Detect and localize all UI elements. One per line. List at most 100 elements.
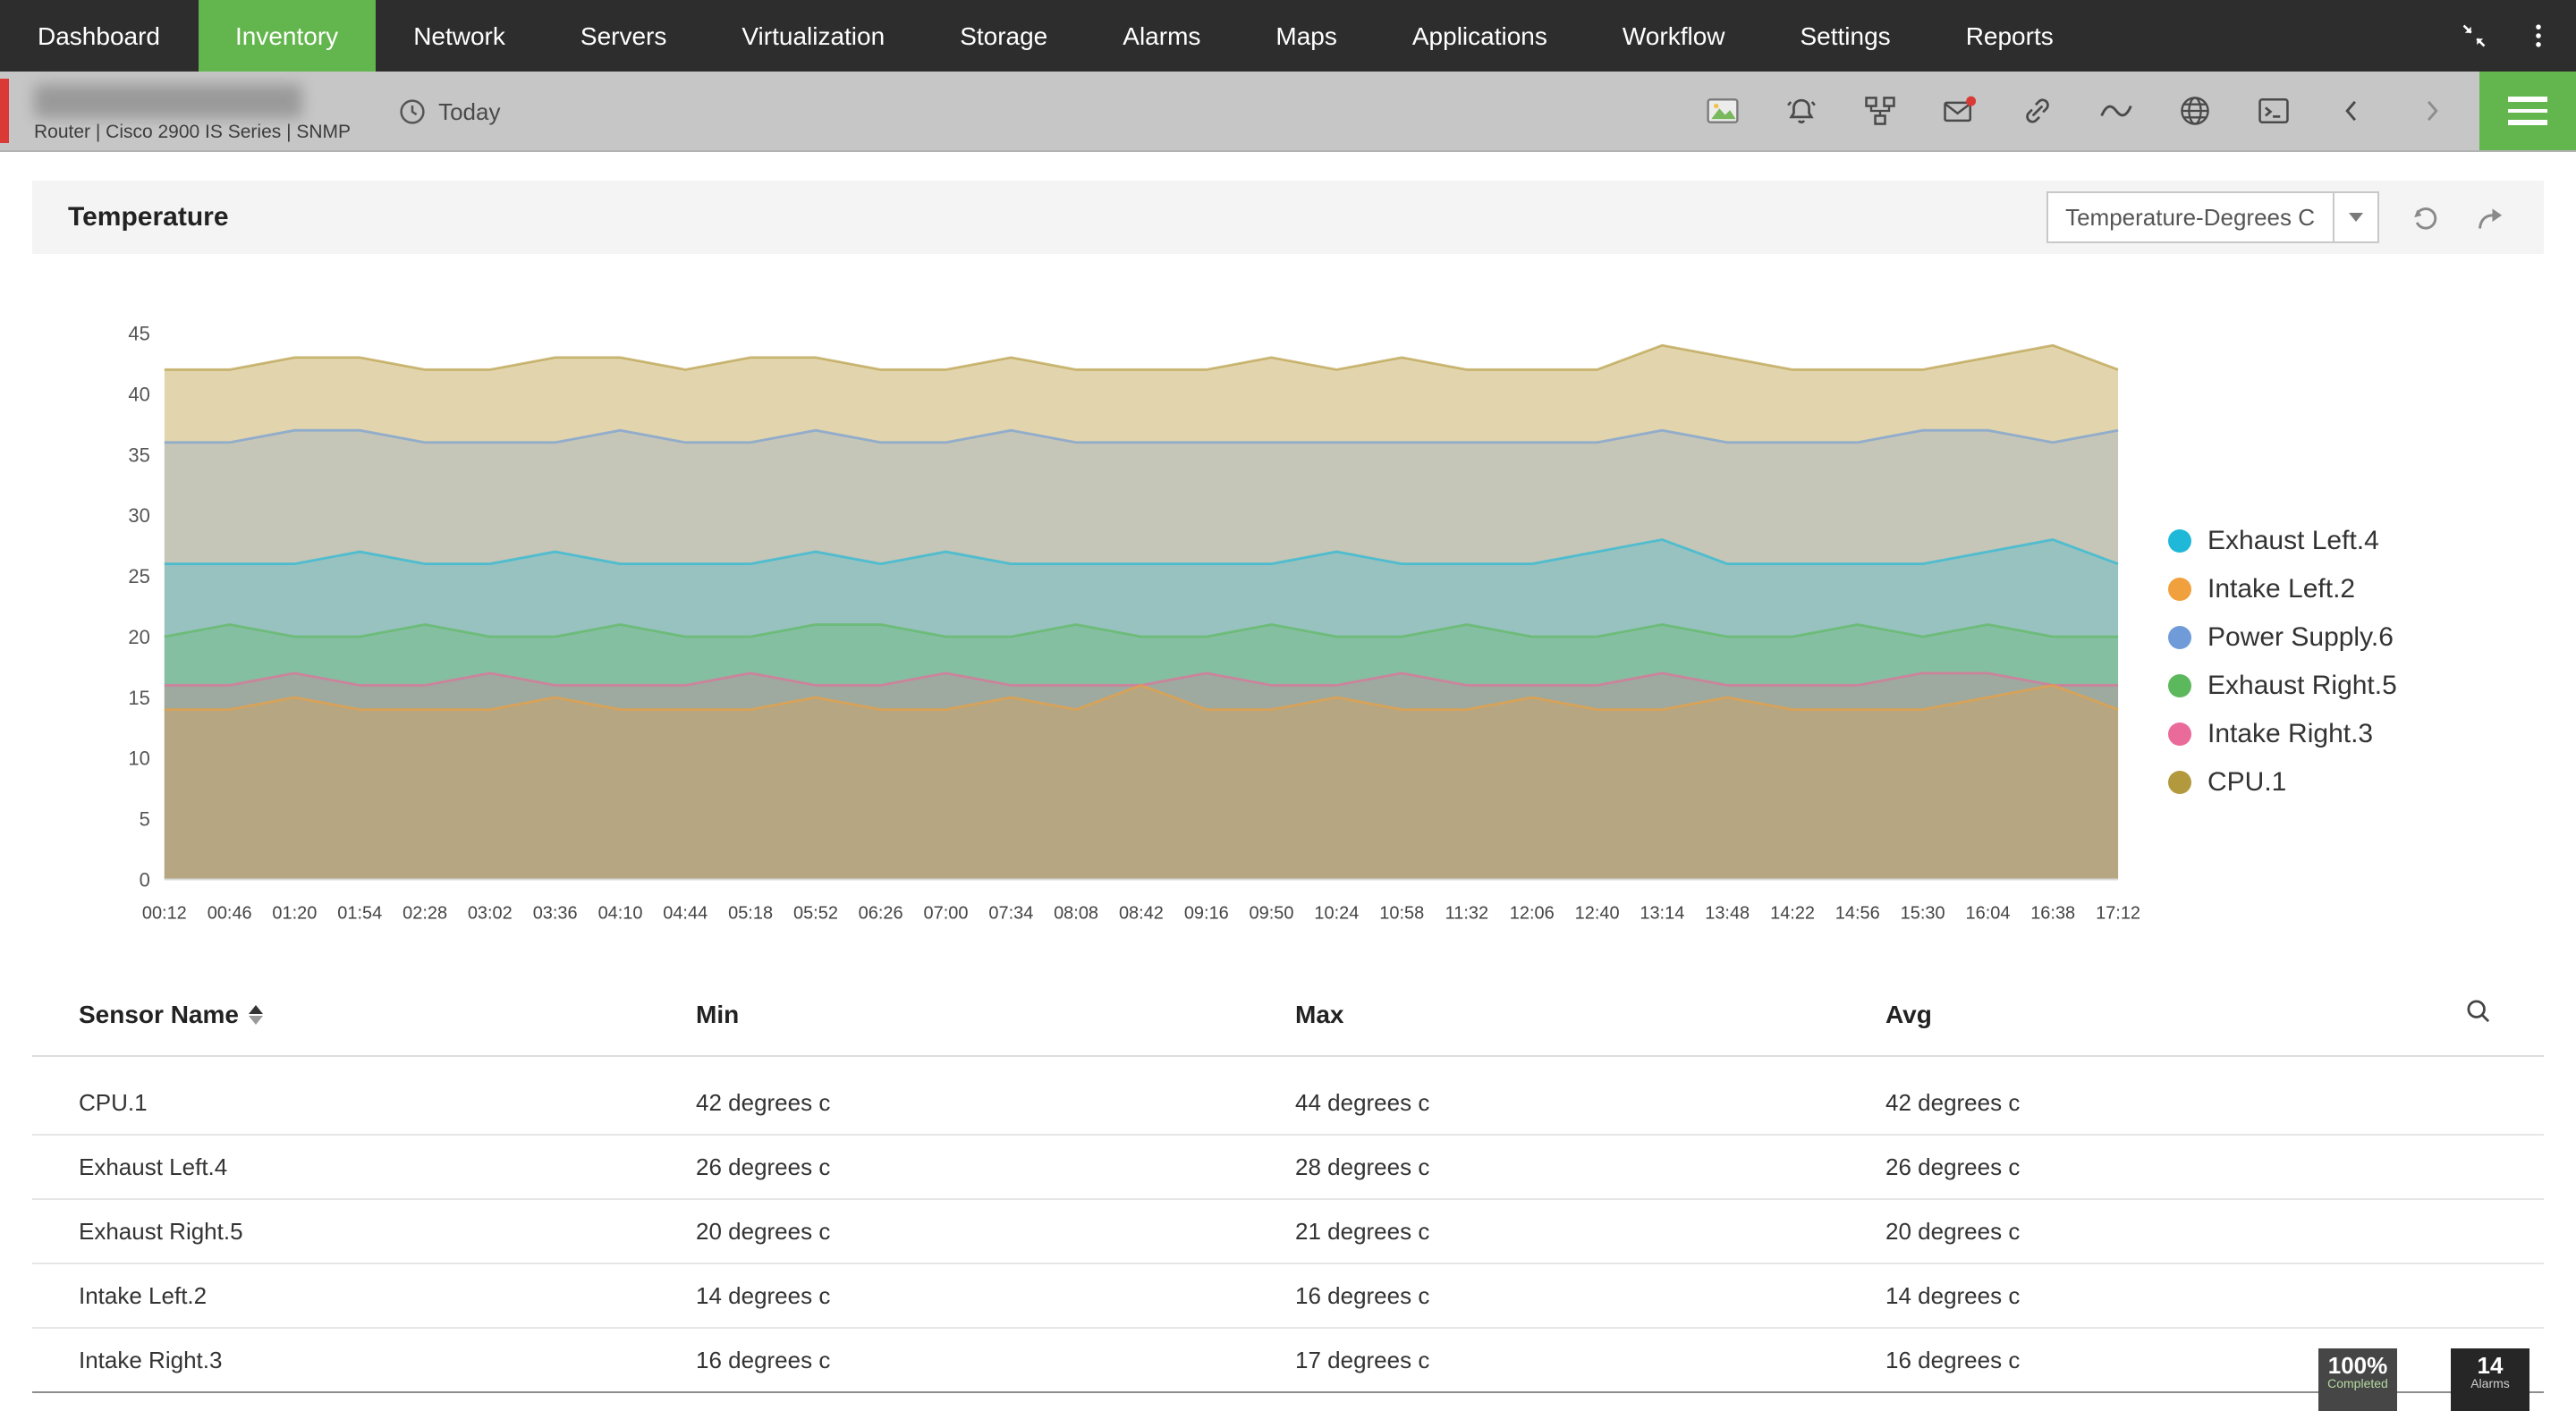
- table-header: Sensor Name Min Max Avg: [32, 973, 2544, 1057]
- svg-text:15:30: 15:30: [1901, 903, 1945, 923]
- column-label: Max: [1295, 1000, 1344, 1028]
- globe-icon[interactable]: [2175, 91, 2215, 131]
- cell-avg: 14 degrees c: [1885, 1282, 2021, 1309]
- device-info: Router | Cisco 2900 IS Series | SNMP: [34, 121, 352, 142]
- table-row[interactable]: Exhaust Left.4 26 degrees c 28 degrees c 26…: [32, 1136, 2544, 1200]
- legend-dot: [2168, 529, 2191, 553]
- legend-dot: [2168, 722, 2191, 746]
- legend-dot: [2168, 674, 2191, 697]
- legend-item-intake-right-3[interactable]: Intake Right.3: [2168, 719, 2544, 749]
- alarms-count-badge[interactable]: 14 Alarms: [2451, 1348, 2529, 1411]
- column-header-sensor-name[interactable]: Sensor Name: [79, 1000, 696, 1028]
- table-body: CPU.1 42 degrees c 44 degrees c 42 degrees …: [32, 1071, 2544, 1393]
- column-header-max[interactable]: Max: [1295, 1000, 1885, 1028]
- nav-item-virtualization[interactable]: Virtualization: [704, 0, 922, 72]
- svg-text:10:58: 10:58: [1379, 903, 1424, 923]
- svg-text:20: 20: [128, 626, 149, 648]
- chevron-left-icon[interactable]: [2333, 91, 2372, 131]
- nav-item-maps[interactable]: Maps: [1238, 0, 1374, 72]
- svg-text:09:16: 09:16: [1184, 903, 1229, 923]
- table-row[interactable]: Intake Right.3 16 degrees c 17 degrees c 16…: [32, 1329, 2544, 1391]
- mail-icon[interactable]: [1939, 91, 1979, 131]
- svg-text:35: 35: [128, 444, 149, 466]
- collapse-icon[interactable]: [2454, 16, 2494, 55]
- chevron-right-icon[interactable]: [2411, 91, 2451, 131]
- column-header-min[interactable]: Min: [696, 1000, 1295, 1028]
- svg-text:14:56: 14:56: [1835, 903, 1880, 923]
- cell-min: 20 degrees c: [696, 1218, 831, 1245]
- metric-dropdown[interactable]: Temperature-Degrees C: [2046, 191, 2379, 243]
- page-title: Temperature: [68, 202, 229, 232]
- svg-text:30: 30: [128, 504, 149, 527]
- panel-controls: Temperature-Degrees C: [2046, 191, 2508, 243]
- search-icon[interactable]: [2463, 996, 2494, 1027]
- chart-legend: Exhaust Left.4 Intake Left.2 Power Supply.…: [2168, 311, 2544, 969]
- svg-text:07:00: 07:00: [924, 903, 969, 923]
- legend-item-exhaust-right-5[interactable]: Exhaust Right.5: [2168, 671, 2544, 701]
- terminal-icon[interactable]: [2254, 91, 2293, 131]
- cell-max: 44 degrees c: [1295, 1089, 1430, 1116]
- svg-text:02:28: 02:28: [402, 903, 447, 923]
- cell-sensor: Intake Left.2: [79, 1282, 208, 1309]
- svg-text:05:18: 05:18: [728, 903, 773, 923]
- column-label: Avg: [1885, 1000, 1932, 1028]
- export-icon[interactable]: [2472, 199, 2508, 235]
- nav-item-servers[interactable]: Servers: [543, 0, 704, 72]
- menu-icon[interactable]: [2479, 72, 2576, 150]
- image-icon[interactable]: [1703, 91, 1742, 131]
- device-toolbar: [1703, 91, 2469, 131]
- cell-min: 26 degrees c: [696, 1153, 831, 1180]
- nav-item-network[interactable]: Network: [376, 0, 543, 72]
- main-content: Temperature Temperature-Degrees C 0 5 10 15…: [0, 181, 2576, 1393]
- refresh-icon[interactable]: [2408, 199, 2444, 235]
- table-row[interactable]: Intake Left.2 14 degrees c 16 degrees c 14 …: [32, 1264, 2544, 1329]
- svg-text:00:12: 00:12: [142, 903, 187, 923]
- table-row[interactable]: Exhaust Right.5 20 degrees c 21 degrees c 2…: [32, 1200, 2544, 1264]
- column-header-avg[interactable]: Avg: [1885, 1000, 2497, 1028]
- nav-item-settings[interactable]: Settings: [1763, 0, 1928, 72]
- time-filter[interactable]: Today: [397, 96, 500, 126]
- svg-text:09:50: 09:50: [1250, 903, 1294, 923]
- legend-item-cpu-1[interactable]: CPU.1: [2168, 767, 2544, 798]
- svg-text:04:10: 04:10: [598, 903, 643, 923]
- legend-item-intake-left-2[interactable]: Intake Left.2: [2168, 574, 2544, 604]
- legend-label: Intake Left.2: [2207, 574, 2356, 604]
- svg-text:16:04: 16:04: [1966, 903, 2011, 923]
- nav-item-storage[interactable]: Storage: [922, 0, 1085, 72]
- progress-label: Completed: [2327, 1379, 2388, 1391]
- cell-sensor: CPU.1: [79, 1089, 148, 1116]
- legend-item-exhaust-left-4[interactable]: Exhaust Left.4: [2168, 526, 2544, 556]
- topology-icon[interactable]: [1860, 91, 1900, 131]
- sparkline-icon[interactable]: [2097, 91, 2136, 131]
- cell-min: 42 degrees c: [696, 1089, 831, 1116]
- chevron-down-icon: [2333, 193, 2377, 241]
- svg-text:10:24: 10:24: [1314, 903, 1359, 923]
- app-window: Dashboard Inventory Network Servers Virtuali…: [0, 0, 2576, 1411]
- nav-item-alarms[interactable]: Alarms: [1085, 0, 1238, 72]
- legend-label: Exhaust Left.4: [2207, 526, 2379, 556]
- alarm-bell-icon[interactable]: [1782, 91, 1821, 131]
- top-nav: Dashboard Inventory Network Servers Virtuali…: [0, 0, 2576, 72]
- nav-item-applications[interactable]: Applications: [1375, 0, 1585, 72]
- cell-max: 28 degrees c: [1295, 1153, 1430, 1180]
- chart-section: 0 5 10 15 20 25 30 35 40 45 00:12 00:46 01:20 01:54 02…: [32, 254, 2544, 969]
- discovery-progress-badge[interactable]: 100% Completed: [2318, 1348, 2397, 1411]
- kebab-menu-icon[interactable]: [2519, 16, 2558, 55]
- nav-item-inventory[interactable]: Inventory: [198, 0, 377, 72]
- svg-text:03:36: 03:36: [533, 903, 578, 923]
- cell-min: 16 degrees c: [696, 1347, 831, 1373]
- legend-label: Intake Right.3: [2207, 719, 2374, 749]
- alarms-value: 14: [2477, 1352, 2504, 1379]
- link-icon[interactable]: [2018, 91, 2057, 131]
- cell-min: 14 degrees c: [696, 1282, 831, 1309]
- table-row[interactable]: CPU.1 42 degrees c 44 degrees c 42 degrees …: [32, 1071, 2544, 1136]
- svg-text:16:38: 16:38: [2030, 903, 2075, 923]
- legend-dot: [2168, 578, 2191, 601]
- legend-item-power-supply-6[interactable]: Power Supply.6: [2168, 622, 2544, 653]
- device-block: Router | Cisco 2900 IS Series | SNMP: [23, 72, 351, 150]
- svg-text:14:22: 14:22: [1770, 903, 1815, 923]
- nav-item-dashboard[interactable]: Dashboard: [0, 0, 198, 72]
- cell-sensor: Exhaust Left.4: [79, 1153, 228, 1180]
- nav-item-reports[interactable]: Reports: [1928, 0, 2091, 72]
- nav-item-workflow[interactable]: Workflow: [1585, 0, 1763, 72]
